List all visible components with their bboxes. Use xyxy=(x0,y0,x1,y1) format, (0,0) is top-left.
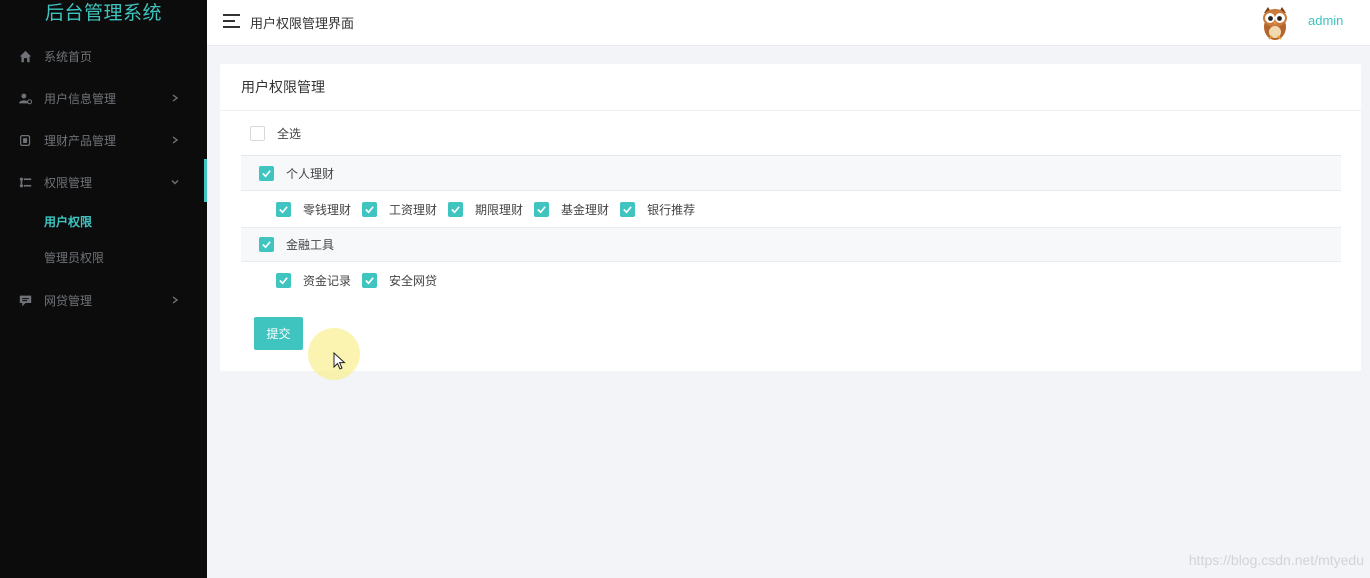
permission-card: 用户权限管理 全选 个人理财 零钱理财 工资理财 期限理财 基金理财 银行推荐 … xyxy=(220,64,1361,371)
permission-label: 期限理财 xyxy=(475,202,524,217)
group-row-personal-finance: 个人理财 xyxy=(241,156,1341,191)
check-icon xyxy=(365,276,374,284)
owl-avatar-icon[interactable] xyxy=(1259,3,1291,41)
check-icon xyxy=(451,205,460,213)
group-checkbox[interactable] xyxy=(259,237,274,252)
group-label: 个人理财 xyxy=(286,166,335,181)
children-row-financial-tools: 资金记录 安全网贷 xyxy=(241,262,1341,298)
sidebar-item-user-info[interactable]: 用户信息管理 xyxy=(0,77,207,119)
chevron-down-icon xyxy=(171,175,181,189)
permission-label: 资金记录 xyxy=(303,273,352,288)
user-settings-icon xyxy=(18,91,32,105)
chevron-right-icon xyxy=(171,133,181,147)
permission-checkbox[interactable] xyxy=(534,201,550,217)
group-label: 金融工具 xyxy=(286,238,335,252)
permission-checkbox[interactable] xyxy=(276,201,291,217)
card-title: 用户权限管理 xyxy=(220,64,1361,111)
check-icon xyxy=(623,205,632,213)
check-icon xyxy=(279,276,288,284)
select-all-checkbox[interactable] xyxy=(250,125,265,141)
permission-item: 银行推荐 xyxy=(620,201,695,218)
menu-toggle-icon[interactable] xyxy=(223,14,241,28)
submit-button[interactable]: 提交 xyxy=(254,317,303,350)
page-title: 用户权限管理界面 xyxy=(250,16,355,31)
top-header: 用户权限管理界面 admin xyxy=(207,0,1370,46)
children-row-personal-finance: 零钱理财 工资理财 期限理财 基金理财 银行推荐 xyxy=(241,191,1341,227)
permission-label: 零钱理财 xyxy=(303,202,352,217)
home-icon xyxy=(18,49,32,63)
sidebar-item-home[interactable]: 系统首页 xyxy=(0,35,207,77)
sidebar-item-label: 理财产品管理 xyxy=(44,133,117,148)
check-icon xyxy=(537,205,546,213)
permission-tree: 全选 个人理财 零钱理财 工资理财 期限理财 基金理财 银行推荐 金融工具 资金… xyxy=(220,111,1361,298)
permission-label: 安全网贷 xyxy=(389,273,438,288)
permission-item: 零钱理财 xyxy=(276,201,351,218)
sidebar-item-loans[interactable]: 网贷管理 xyxy=(0,279,207,321)
username-link[interactable]: admin xyxy=(1308,13,1343,28)
permission-item: 基金理财 xyxy=(534,201,609,218)
sidebar-item-products[interactable]: 理财产品管理 xyxy=(0,119,207,161)
permission-checkbox[interactable] xyxy=(448,201,464,217)
check-icon xyxy=(279,205,288,213)
sidebar-item-label: 用户信息管理 xyxy=(44,91,117,106)
sidebar-menu: 系统首页 用户信息管理 理财产品管理 权限管理 用户权限 管理员权限 网贷管理 xyxy=(0,35,207,321)
copy-icon xyxy=(18,133,32,147)
permission-label: 工资理财 xyxy=(389,202,438,217)
sidebar: 后台管理系统 系统首页 用户信息管理 理财产品管理 权限管理 用户权限 管理员权… xyxy=(0,0,207,578)
permission-item: 安全网贷 xyxy=(362,272,437,289)
permission-checkbox[interactable] xyxy=(362,201,378,217)
select-all-row: 全选 xyxy=(241,111,1341,156)
permission-checkbox[interactable] xyxy=(276,272,291,288)
permission-checkbox[interactable] xyxy=(620,201,636,217)
check-icon xyxy=(365,205,374,213)
permission-item: 工资理财 xyxy=(362,201,437,218)
message-icon xyxy=(18,293,32,307)
check-icon xyxy=(262,169,271,177)
mouse-cursor-icon xyxy=(333,352,346,370)
permission-icon xyxy=(18,175,32,189)
group-checkbox[interactable] xyxy=(259,165,274,181)
chevron-right-icon xyxy=(171,91,181,105)
sidebar-item-label: 权限管理 xyxy=(44,175,93,190)
chevron-right-icon xyxy=(171,293,181,307)
sidebar-subitem-admin-permission[interactable]: 管理员权限 xyxy=(0,239,207,275)
select-all-label: 全选 xyxy=(277,126,302,141)
permissions-submenu: 用户权限 管理员权限 xyxy=(0,203,207,275)
group-row-financial-tools: 金融工具 xyxy=(241,227,1341,262)
sidebar-item-permissions[interactable]: 权限管理 xyxy=(0,159,207,203)
permission-item: 期限理财 xyxy=(448,201,523,218)
sidebar-item-label: 系统首页 xyxy=(44,49,93,64)
check-icon xyxy=(262,241,271,249)
sidebar-item-label: 网贷管理 xyxy=(44,293,93,308)
watermark: https://blog.csdn.net/mtyedu xyxy=(1188,552,1364,568)
sidebar-subitem-user-permission[interactable]: 用户权限 xyxy=(0,203,207,239)
brand-title: 后台管理系统 xyxy=(44,3,162,24)
permission-checkbox[interactable] xyxy=(362,272,378,288)
permission-item: 资金记录 xyxy=(276,272,351,289)
permission-label: 基金理财 xyxy=(561,202,610,217)
permission-label: 银行推荐 xyxy=(647,202,696,217)
